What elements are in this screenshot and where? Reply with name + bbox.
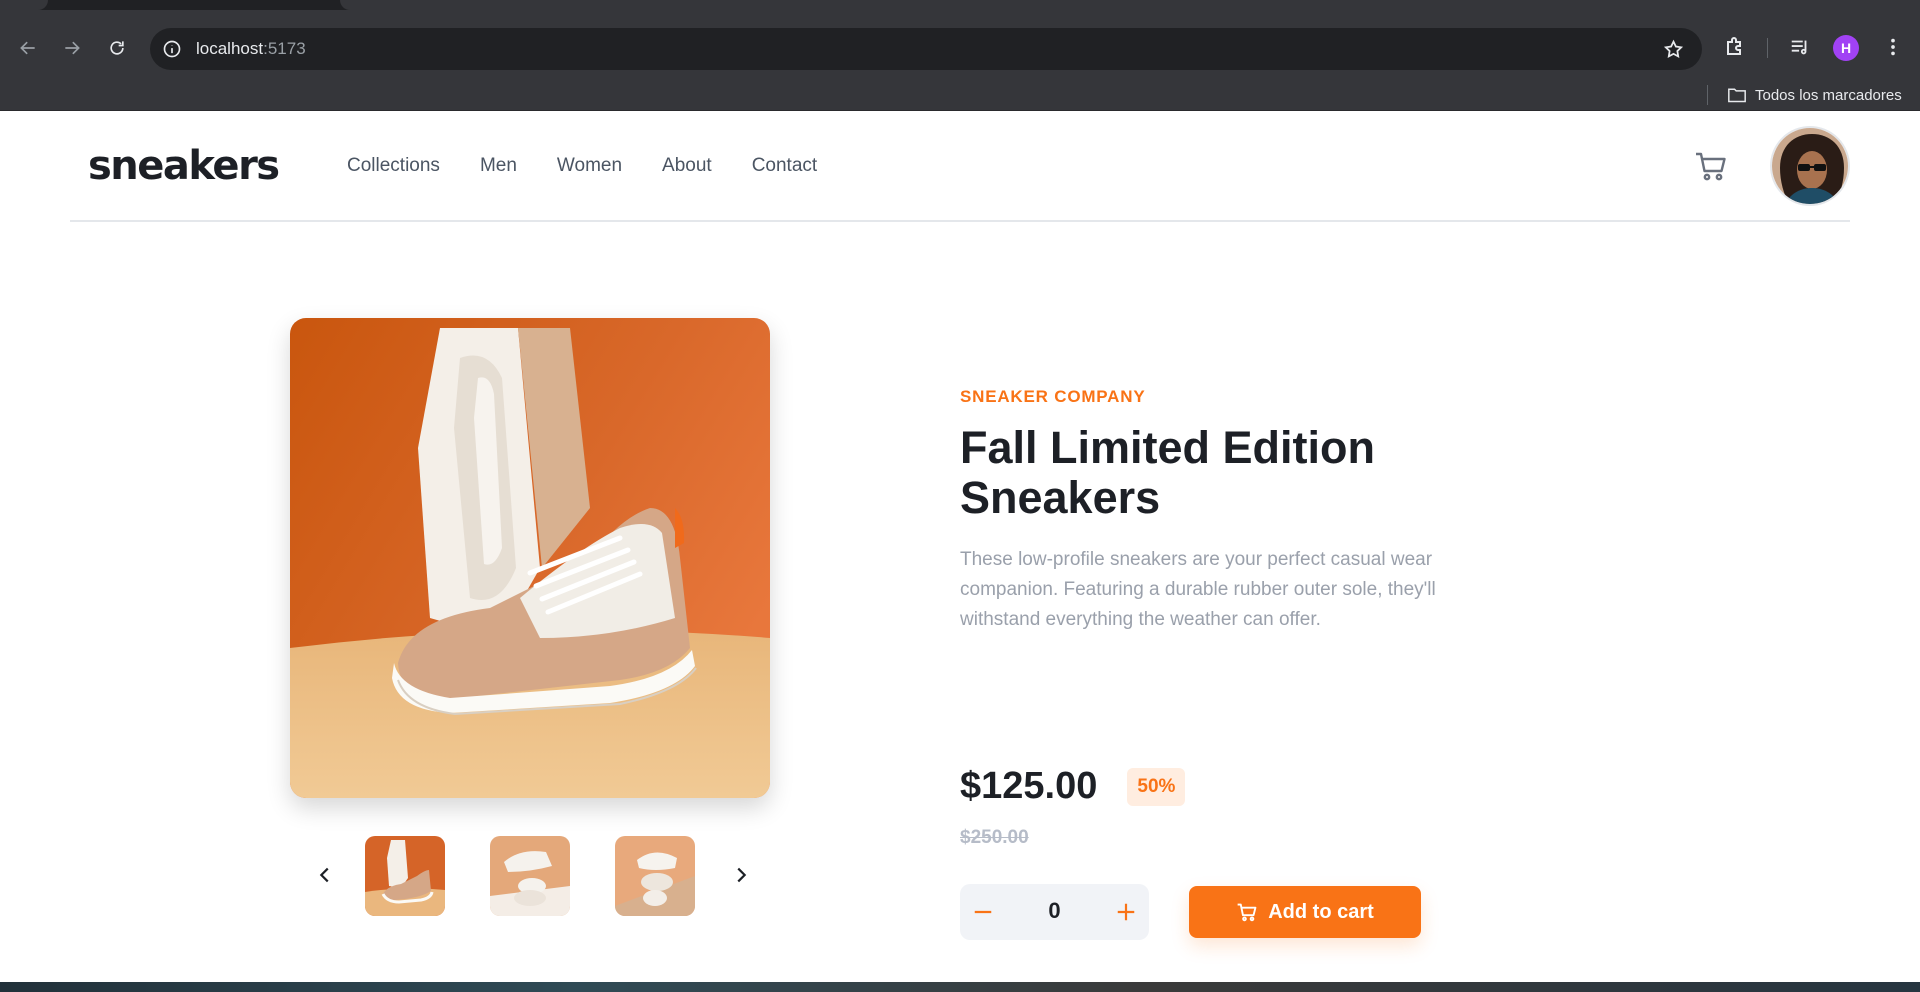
bookmarks-folder[interactable]: Todos los marcadores <box>1727 84 1902 106</box>
bookmarks-bar: Todos los marcadores <box>0 78 1920 111</box>
nav-link-contact[interactable]: Contact <box>752 155 817 177</box>
thumbnail-image <box>365 836 445 916</box>
tab-strip <box>0 0 1920 10</box>
address-bar[interactable]: localhost:5173 <box>150 28 1702 70</box>
thumbnail-2[interactable] <box>490 836 570 916</box>
menu-button[interactable] <box>1880 34 1906 60</box>
media-queue-icon <box>1791 40 1807 55</box>
reload-icon <box>110 41 124 55</box>
arrow-left-icon <box>20 41 35 55</box>
nav-link-men[interactable]: Men <box>480 155 517 177</box>
next-image-button[interactable] <box>726 860 756 890</box>
user-avatar[interactable] <box>1770 126 1850 206</box>
chevron-left-icon <box>319 867 329 883</box>
avatar-image <box>1772 128 1848 204</box>
star-icon[interactable] <box>1663 39 1684 60</box>
product-description: These low-profile sneakers are your perf… <box>960 549 1436 630</box>
folder-icon <box>1728 88 1746 103</box>
nav-link-collections[interactable]: Collections <box>347 155 440 177</box>
cart-icon <box>1696 152 1726 181</box>
product-title: Fall Limited Edition Sneakers <box>960 422 1375 523</box>
company-name: SNEAKER COMPANY <box>960 387 1146 406</box>
profile-avatar[interactable]: H <box>1833 35 1859 61</box>
tab[interactable] <box>340 0 1920 10</box>
reload-button[interactable] <box>101 32 133 64</box>
current-price: $125.00 <box>960 765 1098 807</box>
thumbnail-3[interactable] <box>615 836 695 916</box>
chevron-right-icon <box>737 867 747 883</box>
thumbnail-row <box>310 836 756 916</box>
thumbnail-image <box>490 836 570 916</box>
puzzle-icon <box>1727 37 1741 55</box>
forward-button[interactable] <box>56 32 88 64</box>
bookmarks-folder-label: Todos los marcadores <box>1755 86 1902 104</box>
back-button[interactable] <box>12 32 44 64</box>
add-to-cart-label: Add to cart <box>1268 900 1374 923</box>
site-header: sneakers Collections Men Women About Con… <box>70 111 1850 222</box>
nav-link-women[interactable]: Women <box>557 155 622 177</box>
main-nav: Collections Men Women About Contact <box>347 155 817 177</box>
thumbnail-1[interactable] <box>365 836 445 916</box>
taskbar-strip <box>0 982 1920 992</box>
sneaker-photo <box>290 318 770 798</box>
add-to-cart-button[interactable]: Add to cart <box>1189 886 1421 938</box>
quantity-stepper: 0 <box>960 884 1149 940</box>
thumbnail-image <box>615 836 695 916</box>
browser-toolbar: localhost:5173 H <box>0 10 1920 78</box>
page: sneakers Collections Men Women About Con… <box>0 111 1920 982</box>
product-main-image[interactable] <box>290 318 770 798</box>
url-text[interactable]: localhost:5173 <box>196 39 306 59</box>
discount-badge: 50% <box>1127 767 1186 806</box>
tab[interactable] <box>0 0 48 10</box>
plus-icon <box>1117 903 1135 921</box>
kebab-menu-icon <box>1891 38 1895 56</box>
increase-quantity-button[interactable] <box>1112 898 1140 926</box>
extensions-button[interactable] <box>1722 34 1748 60</box>
cart-button[interactable] <box>1694 150 1728 182</box>
toolbar-divider <box>1767 38 1768 58</box>
original-price: $250.00 <box>960 827 1029 848</box>
info-icon[interactable] <box>162 39 182 59</box>
arrow-right-icon <box>65 41 80 55</box>
product-info: SNEAKER COMPANY Fall Limited Edition Sne… <box>960 387 1500 940</box>
previous-image-button[interactable] <box>310 860 340 890</box>
price-row: $125.00 50% <box>960 765 1186 808</box>
cart-icon <box>1237 903 1257 922</box>
site-logo[interactable]: sneakers <box>88 143 280 189</box>
nav-link-about[interactable]: About <box>662 155 712 177</box>
media-button[interactable] <box>1787 34 1813 60</box>
bookmarks-divider <box>1707 85 1708 105</box>
